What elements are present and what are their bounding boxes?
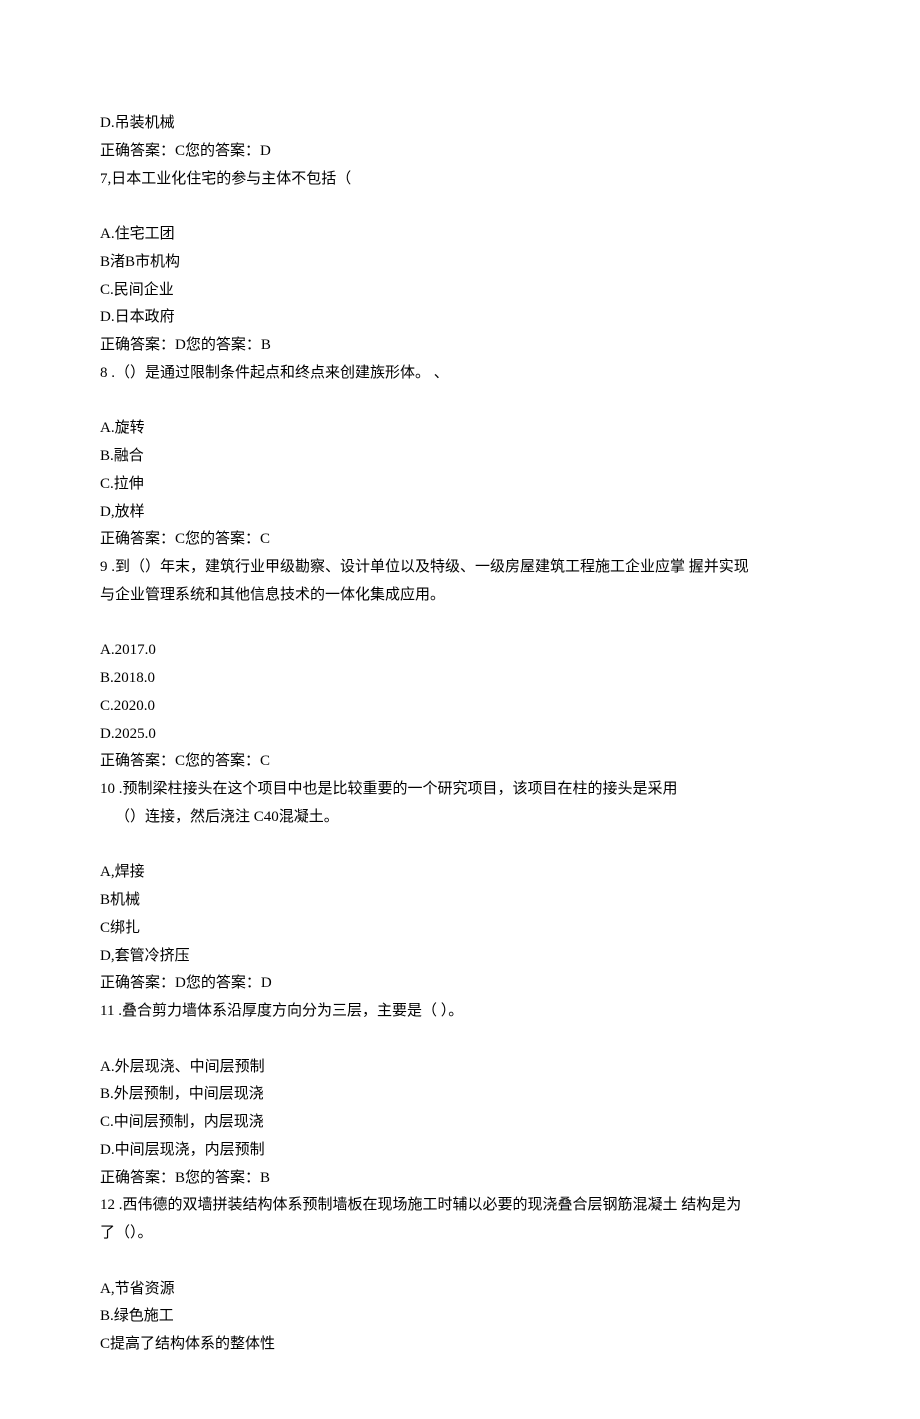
q10-stem-line2: （）连接，然后浇注 C40混凝土。 — [100, 804, 820, 832]
q10-option-b: B机械 — [100, 887, 820, 915]
q7-option-a: A.住宅工团 — [100, 221, 820, 249]
q10-stem-line1: 10 .预制梁柱接头在这个项目中也是比较重要的一个研究项目，该项目在柱的接头是采… — [100, 776, 820, 804]
blank-line — [100, 1248, 820, 1276]
q7-option-b: B渚B市机构 — [100, 249, 820, 277]
q9-option-b: B.2018.0 — [100, 665, 820, 693]
q10-option-d: D,套管冷挤压 — [100, 943, 820, 971]
q8-stem: 8 .（）是通过限制条件起点和终点来创建族形体。 、 — [100, 360, 820, 388]
blank-line — [100, 388, 820, 416]
q12-stem-line1: 12 .西伟德的双墙拼装结构体系预制墙板在现场施工时辅以必要的现浇叠合层钢筋混凝… — [100, 1192, 820, 1220]
q7-option-d: D.日本政府 — [100, 304, 820, 332]
blank-line — [100, 1026, 820, 1054]
q12-stem-line2: 了（）。 — [100, 1220, 820, 1248]
q8-option-b: B.融合 — [100, 443, 820, 471]
q6-option-d: D.吊装机械 — [100, 110, 820, 138]
q9-stem-line1: 9 .到（）年末，建筑行业甲级勘察、设计单位以及特级、一级房屋建筑工程施工企业应… — [100, 554, 820, 582]
q7-option-c: C.民间企业 — [100, 277, 820, 305]
q11-option-c: C.中间层预制，内层现浇 — [100, 1109, 820, 1137]
q11-stem: 11 .叠合剪力墙体系沿厚度方向分为三层，主要是（ ）。 — [100, 998, 820, 1026]
q6-answer: 正确答案：C您的答案：D — [100, 138, 820, 166]
q9-option-c: C.2020.0 — [100, 693, 820, 721]
q9-answer: 正确答案：C您的答案：C — [100, 748, 820, 776]
q10-answer: 正确答案：D您的答案：D — [100, 970, 820, 998]
document-page: D.吊装机械 正确答案：C您的答案：D 7,日本工业化住宅的参与主体不包括（ A… — [0, 0, 920, 1419]
q8-answer: 正确答案：C您的答案：C — [100, 526, 820, 554]
q10-option-a: A,焊接 — [100, 859, 820, 887]
q8-option-a: A.旋转 — [100, 415, 820, 443]
q8-option-c: C.拉伸 — [100, 471, 820, 499]
blank-line — [100, 832, 820, 860]
q10-option-c: C绑扎 — [100, 915, 820, 943]
q7-answer: 正确答案：D您的答案：B — [100, 332, 820, 360]
q11-answer: 正确答案：B您的答案：B — [100, 1165, 820, 1193]
q11-option-b: B.外层预制，中间层现浇 — [100, 1081, 820, 1109]
q12-option-a: A,节省资源 — [100, 1276, 820, 1304]
q9-stem-line2: 与企业管理系统和其他信息技术的一体化集成应用。 — [100, 582, 820, 610]
q12-option-c: C提高了结构体系的整体性 — [100, 1331, 820, 1359]
q8-option-d: D,放样 — [100, 499, 820, 527]
q11-option-a: A.外层现浇、中间层预制 — [100, 1054, 820, 1082]
q9-option-a: A.2017.0 — [100, 637, 820, 665]
q9-option-d: D.2025.0 — [100, 721, 820, 749]
q11-option-d: D.中间层现浇，内层预制 — [100, 1137, 820, 1165]
blank-line — [100, 610, 820, 638]
blank-line — [100, 193, 820, 221]
q7-stem: 7,日本工业化住宅的参与主体不包括（ — [100, 166, 820, 194]
q12-option-b: B.绿色施工 — [100, 1303, 820, 1331]
